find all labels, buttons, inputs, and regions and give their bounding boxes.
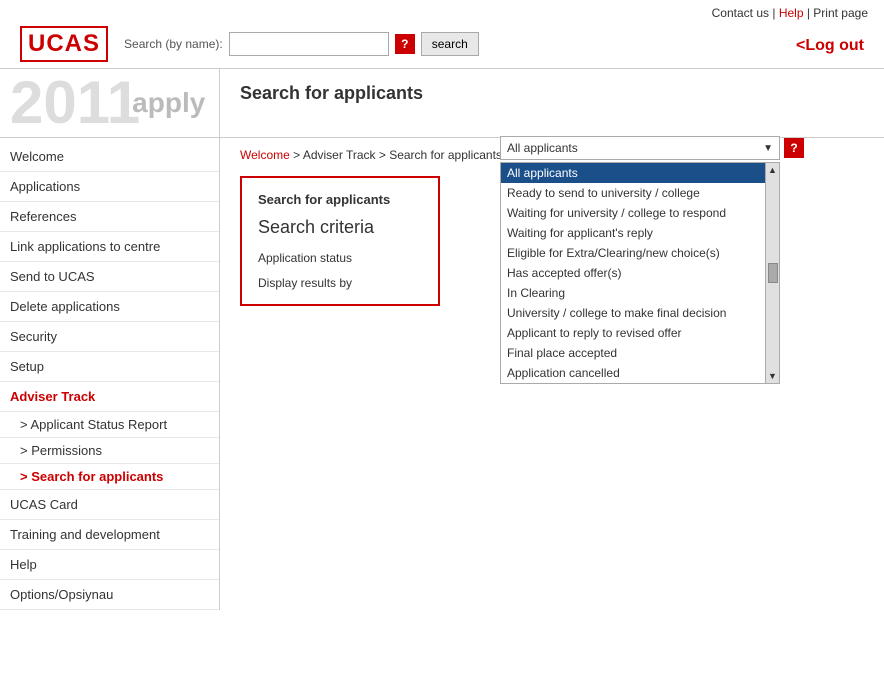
page-title: Search for applicants — [240, 83, 864, 104]
breadcrumb-current: Search for applicants — [389, 148, 502, 162]
sidebar-item-send-ucas[interactable]: Send to UCAS — [0, 262, 219, 292]
listbox-item-9[interactable]: Final place accepted — [501, 343, 765, 363]
sidebar-item-search-applicants[interactable]: > Search for applicants — [0, 464, 219, 490]
breadcrumb-sep2: > — [376, 148, 390, 162]
status-select-value: All applicants — [507, 141, 578, 155]
apply-banner: 2011 apply — [0, 69, 220, 137]
listbox-item-4[interactable]: Eligible for Extra/Clearing/new choice(s… — [501, 243, 765, 263]
listbox-item-1[interactable]: Ready to send to university / college — [501, 183, 765, 203]
print-link[interactable]: Print page — [813, 6, 868, 20]
dropdown-help-button[interactable]: ? — [784, 138, 804, 158]
status-select-row: All applicants ▼ — [500, 136, 780, 160]
scroll-up-arrow[interactable]: ▲ — [768, 165, 777, 175]
application-status-row: Application status — [258, 250, 422, 265]
dropdown-arrow-icon: ▼ — [763, 143, 773, 154]
search-submit-button[interactable]: search — [421, 32, 479, 56]
listbox-scrollbar[interactable]: ▲ ▼ — [765, 163, 779, 383]
search-help-button[interactable]: ? — [395, 34, 415, 54]
sidebar-item-ucas-card[interactable]: UCAS Card — [0, 490, 219, 520]
dropdown-area: All applicants ▼ All applicants Ready to… — [500, 136, 804, 384]
listbox-item-2[interactable]: Waiting for university / college to resp… — [501, 203, 765, 223]
listbox-item-3[interactable]: Waiting for applicant's reply — [501, 223, 765, 243]
apply-word: apply — [132, 87, 205, 119]
main-layout: Welcome Applications References Link app… — [0, 138, 884, 610]
sidebar-item-welcome[interactable]: Welcome — [0, 142, 219, 172]
search-logout-row: UCAS Search (by name): ? search <Log out — [0, 20, 884, 68]
page-title-area: Search for applicants — [220, 69, 884, 137]
logout-button[interactable]: <Log out — [796, 37, 864, 55]
sidebar-item-setup[interactable]: Setup — [0, 352, 219, 382]
scroll-thumb[interactable] — [768, 263, 778, 283]
help-link[interactable]: Help — [779, 6, 804, 20]
scroll-down-arrow[interactable]: ▼ — [768, 371, 777, 381]
ucas-logo: UCAS — [20, 26, 108, 62]
sidebar-item-permissions[interactable]: > Permissions — [0, 438, 219, 464]
application-status-label: Application status — [258, 251, 352, 265]
display-results-label: Display results by — [258, 276, 352, 290]
sidebar-item-security[interactable]: Security — [0, 322, 219, 352]
sidebar-item-help[interactable]: Help — [0, 550, 219, 580]
listbox-item-8[interactable]: Applicant to reply to revised offer — [501, 323, 765, 343]
search-controls: Search (by name): ? search — [124, 32, 479, 56]
sidebar-item-training[interactable]: Training and development — [0, 520, 219, 550]
sidebar-item-references[interactable]: References — [0, 202, 219, 232]
header-links: Contact us | Help | Print page — [0, 0, 884, 20]
contact-us-text: Contact us — [712, 6, 769, 20]
breadcrumb-sep1: > — [290, 148, 303, 162]
search-input[interactable] — [229, 32, 389, 56]
apply-year: 2011 — [10, 73, 140, 133]
sidebar-item-delete-applications[interactable]: Delete applications — [0, 292, 219, 322]
status-select-display[interactable]: All applicants ▼ — [500, 136, 780, 160]
sidebar-item-applicant-status-report[interactable]: > Applicant Status Report — [0, 412, 219, 438]
search-by-name-label: Search (by name): — [124, 37, 223, 51]
listbox-item-5[interactable]: Has accepted offer(s) — [501, 263, 765, 283]
search-form-box: Search for applicants Search criteria Ap… — [240, 176, 440, 306]
listbox-item-0[interactable]: All applicants — [501, 163, 765, 183]
breadcrumb-welcome[interactable]: Welcome — [240, 148, 290, 162]
content-row: Search for applicants Search criteria Ap… — [240, 176, 864, 384]
sidebar: Welcome Applications References Link app… — [0, 138, 220, 610]
status-listbox: All applicants Ready to send to universi… — [500, 162, 780, 384]
search-criteria-heading: Search criteria — [258, 217, 422, 238]
listbox-item-6[interactable]: In Clearing — [501, 283, 765, 303]
sidebar-item-applications[interactable]: Applications — [0, 172, 219, 202]
top-section: Contact us | Help | Print page UCAS Sear… — [0, 0, 884, 138]
listbox-items: All applicants Ready to send to universi… — [501, 163, 765, 383]
content-area: Welcome > Adviser Track > Search for app… — [220, 138, 884, 610]
banner-title-row: 2011 apply Search for applicants — [0, 69, 884, 137]
listbox-item-7[interactable]: University / college to make final decis… — [501, 303, 765, 323]
status-dropdown-wrapper: All applicants ▼ All applicants Ready to… — [500, 136, 780, 384]
sidebar-item-link-applications[interactable]: Link applications to centre — [0, 232, 219, 262]
sidebar-item-adviser-track[interactable]: Adviser Track — [0, 382, 219, 412]
display-results-row: Display results by — [258, 275, 422, 290]
logout-area: <Log out — [796, 34, 864, 55]
breadcrumb-adviser-track: Adviser Track — [303, 148, 376, 162]
search-form-title: Search for applicants — [258, 192, 422, 207]
sidebar-item-options[interactable]: Options/Opsiynau — [0, 580, 219, 610]
listbox-item-10[interactable]: Application cancelled — [501, 363, 765, 383]
